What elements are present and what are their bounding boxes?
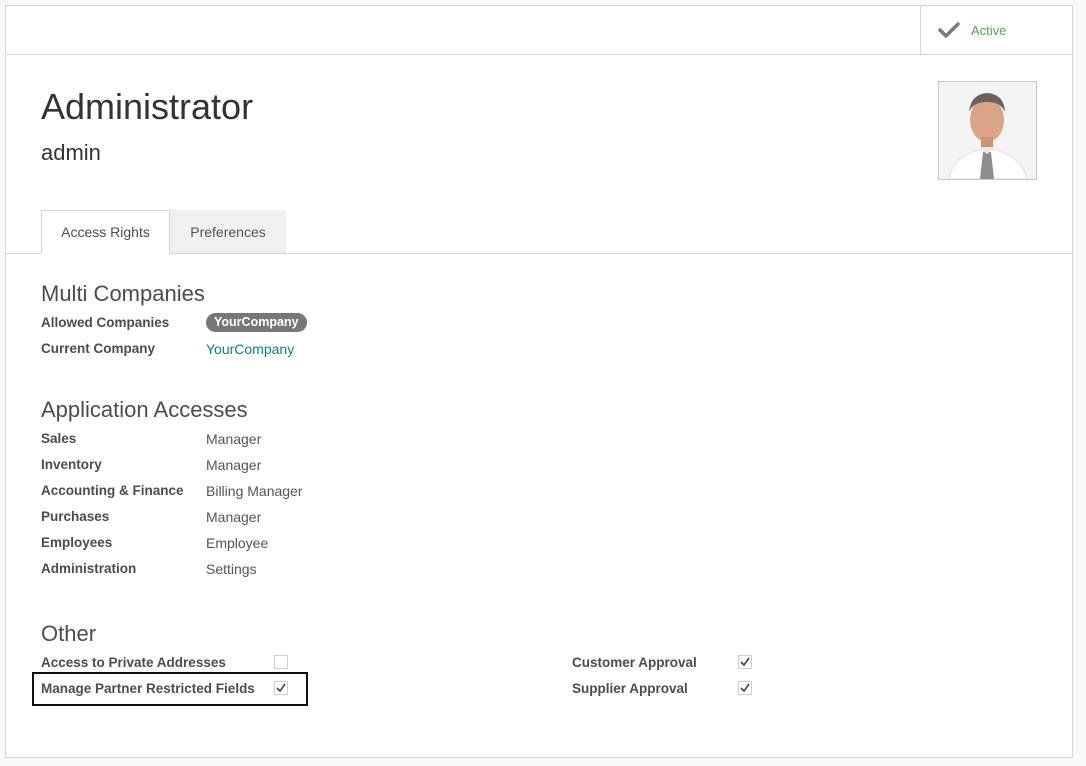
check-icon — [938, 22, 960, 38]
user-photo — [939, 82, 1036, 179]
tab-access-rights-label: Access Rights — [61, 224, 150, 240]
tab-preferences[interactable]: Preferences — [170, 210, 286, 253]
form-sheet: Active Administrator admin Access Rights… — [5, 5, 1073, 758]
active-label: Active — [971, 23, 1007, 38]
section-other: Other — [41, 621, 97, 646]
checkmark-icon — [740, 683, 750, 693]
section-application-accesses: Application Accesses — [41, 397, 248, 422]
supplier-approval-label: Supplier Approval — [572, 681, 688, 696]
checkmark-icon — [740, 657, 750, 667]
access-label-inventory: Inventory — [41, 457, 102, 472]
highlight-box — [32, 672, 308, 706]
notebook-tabs: Access Rights Preferences — [6, 210, 1072, 254]
access-label-administration: Administration — [41, 561, 137, 576]
avatar[interactable] — [938, 81, 1037, 180]
active-toggle-button[interactable]: Active — [920, 6, 1072, 54]
status-bar: Active — [6, 6, 1072, 55]
access-value-purchases[interactable]: Manager — [206, 509, 261, 525]
access-label-accounting: Accounting & Finance — [41, 483, 184, 498]
access-value-administration[interactable]: Settings — [206, 561, 257, 577]
current-company-link[interactable]: YourCompany — [206, 341, 294, 357]
customer-approval-label: Customer Approval — [572, 655, 697, 670]
access-label-purchases: Purchases — [41, 509, 110, 524]
tab-access-rights[interactable]: Access Rights — [41, 210, 170, 254]
access-value-employees[interactable]: Employee — [206, 535, 268, 551]
private-addresses-label: Access to Private Addresses — [41, 655, 226, 670]
tab-preferences-label: Preferences — [190, 223, 266, 240]
user-name: Administrator — [41, 86, 254, 127]
customer-approval-checkbox[interactable] — [738, 655, 752, 669]
access-value-inventory[interactable]: Manager — [206, 457, 261, 473]
allowed-companies-label: Allowed Companies — [41, 315, 170, 330]
access-label-sales: Sales — [41, 431, 77, 446]
access-value-sales[interactable]: Manager — [206, 431, 261, 447]
allowed-company-tag[interactable]: YourCompany — [206, 313, 307, 332]
access-label-employees: Employees — [41, 535, 113, 550]
supplier-approval-checkbox[interactable] — [738, 681, 752, 695]
private-addresses-checkbox[interactable] — [274, 655, 288, 669]
user-login: admin — [41, 140, 101, 165]
current-company-label: Current Company — [41, 341, 156, 356]
access-value-accounting[interactable]: Billing Manager — [206, 483, 303, 499]
section-multi-companies: Multi Companies — [41, 281, 205, 306]
